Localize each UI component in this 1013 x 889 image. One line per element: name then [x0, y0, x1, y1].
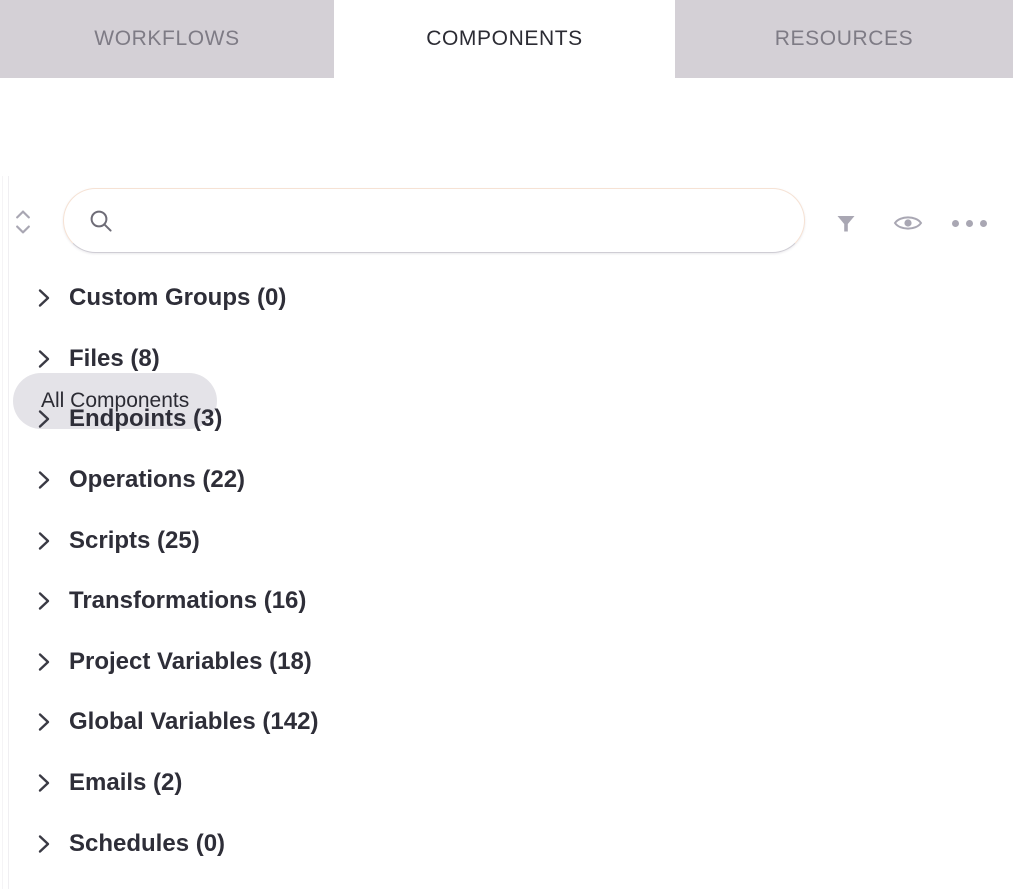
tree-row-schedules[interactable]: Schedules (0): [0, 813, 1013, 874]
tree-row-endpoints[interactable]: Endpoints (3): [0, 389, 1013, 450]
tree-row-label: Global Variables (142): [69, 708, 319, 736]
chevron-right-icon: [38, 471, 50, 489]
toolbar: [0, 78, 1013, 253]
tree-row-label: Transformations (16): [69, 587, 307, 615]
chevron-right-icon: [38, 289, 50, 307]
chevron-right-icon: [38, 713, 50, 732]
chevron-right-icon: [38, 774, 50, 792]
tree-row-label: Project Variables (18): [69, 647, 312, 675]
tree-row-global-variables[interactable]: Global Variables (142): [0, 692, 1013, 753]
chevron-right-icon: [38, 410, 50, 429]
tree-row-label: Scripts (25): [69, 526, 200, 554]
tab-resources-label: RESOURCES: [774, 27, 914, 50]
tab-bar: WORKFLOWS COMPONENTS RESOURCES: [0, 0, 1013, 78]
chevron-right-icon: [38, 653, 50, 671]
tree-row-label: Files (8): [69, 344, 160, 372]
component-tree: Custom Groups (0) Files (8) Endpoints (3) O…: [0, 268, 1013, 874]
tab-workflows-label: WORKFLOWS: [94, 27, 240, 50]
tree-row-label: Operations (22): [69, 466, 246, 494]
tab-resources[interactable]: RESOURCES: [675, 0, 1013, 78]
tree-row-label: Custom Groups (0): [69, 284, 287, 312]
tree-row-label: Schedules (0): [69, 829, 226, 857]
tab-workflows[interactable]: WORKFLOWS: [0, 0, 334, 78]
tree-row-files[interactable]: Files (8): [0, 329, 1013, 390]
tab-components-label: COMPONENTS: [426, 27, 583, 50]
tree-row-operations[interactable]: Operations (22): [0, 450, 1013, 511]
tree-row-project-variables[interactable]: Project Variables (18): [0, 632, 1013, 693]
tree-row-label: Endpoints (3): [69, 405, 223, 433]
filter-chip-row: All Components: [0, 176, 1013, 429]
tree-row-custom-groups[interactable]: Custom Groups (0): [0, 268, 1013, 329]
chevron-right-icon: [38, 834, 50, 853]
tree-row-emails[interactable]: Emails (2): [0, 753, 1013, 814]
chevron-right-icon: [38, 350, 50, 368]
tree-row-label: Emails (2): [69, 769, 183, 797]
tree-row-scripts[interactable]: Scripts (25): [0, 510, 1013, 571]
chevron-right-icon: [38, 531, 50, 550]
chevron-right-icon: [38, 592, 50, 610]
tree-row-transformations[interactable]: Transformations (16): [0, 571, 1013, 632]
tab-components[interactable]: COMPONENTS: [334, 0, 675, 78]
